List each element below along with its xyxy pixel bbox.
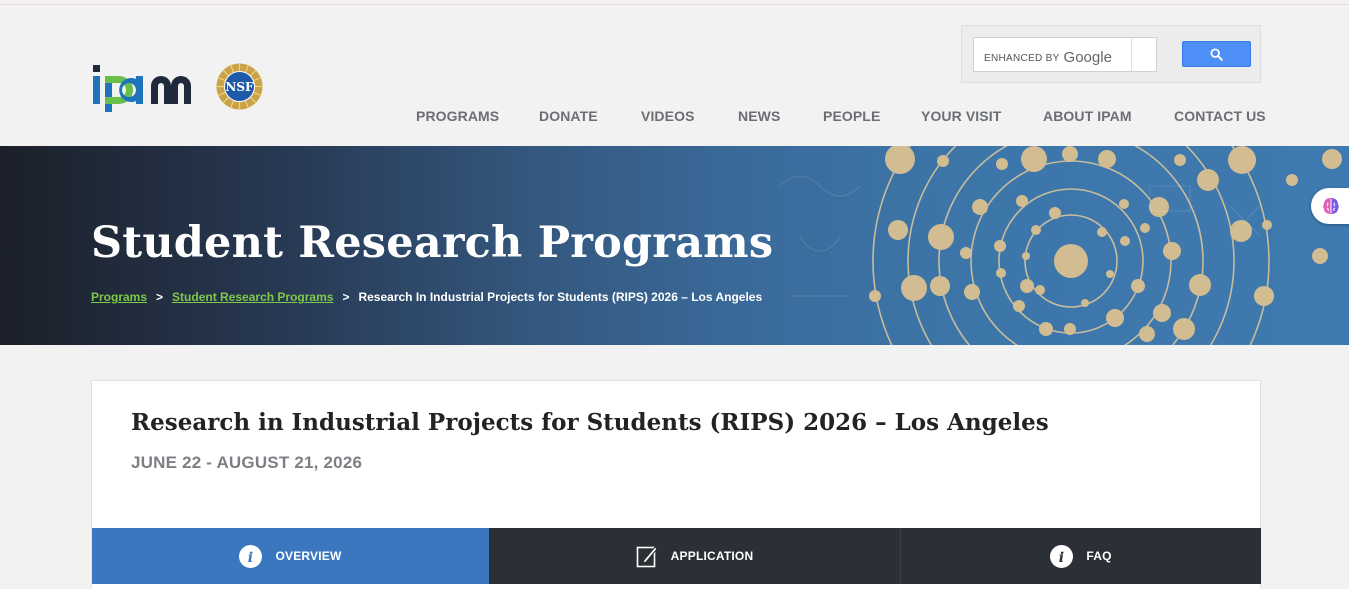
breadcrumb-separator: > [342,290,350,304]
breadcrumb-current: Research In Industrial Projects for Stud… [358,290,763,304]
ipam-logo[interactable] [91,62,201,114]
nav-contact-us[interactable]: CONTACT US [1174,108,1266,124]
svg-text:i: i [1059,550,1065,566]
svg-text:i: i [248,550,254,566]
hero-banner: Student Research Programs Programs > Stude… [0,146,1349,345]
program-dates: JUNE 22 - AUGUST 21, 2026 [131,453,363,472]
tab-application-label: APPLICATION [670,549,754,563]
nav-news[interactable]: NEWS [738,108,780,124]
breadcrumb-separator: > [156,290,164,304]
search-button[interactable] [1182,41,1251,67]
top-border [0,4,1349,5]
tab-overview[interactable]: i OVERVIEW [92,528,489,584]
info-icon: i [239,544,263,568]
program-card: Research in Industrial Projects for Stud… [91,380,1261,589]
edit-icon [636,544,658,568]
program-title: Research in Industrial Projects for Stud… [131,409,1049,436]
nav-programs[interactable]: PROGRAMS [416,108,499,124]
search-field[interactable]: ENHANCED BY Google [973,37,1157,72]
info-icon: i [1050,544,1074,568]
nav-videos[interactable]: VIDEOS [641,108,695,124]
search-input[interactable] [974,38,1131,71]
nsf-seal[interactable]: NSF [216,63,263,110]
program-tabs: i OVERVIEW APPLICATION i FAQ [92,528,1261,584]
hero-title: Student Research Programs [91,218,774,268]
nav-about-ipam[interactable]: ABOUT IPAM [1043,108,1132,124]
nav-donate[interactable]: DONATE [539,108,598,124]
search-icon [1210,47,1223,61]
tab-application[interactable]: APPLICATION [489,528,901,584]
tab-overview-label: OVERVIEW [275,549,342,563]
brain-icon [1323,198,1339,214]
ipam-logo-mark [93,65,191,112]
breadcrumb-link-student-research[interactable]: Student Research Programs [172,290,333,304]
side-widget-button[interactable] [1311,188,1349,224]
nsf-seal-text: NSF [225,80,254,94]
site-search: ENHANCED BY Google [961,25,1261,83]
tab-faq[interactable]: i FAQ [901,528,1261,584]
tab-faq-label: FAQ [1086,549,1112,563]
nsf-seal-icon: NSF [216,63,263,110]
breadcrumb: Programs > Student Research Programs > Resea… [91,290,762,304]
search-divider [1131,38,1132,71]
nav-people[interactable]: PEOPLE [823,108,880,124]
nav-your-visit[interactable]: YOUR VISIT [921,108,1001,124]
breadcrumb-link-programs[interactable]: Programs [91,290,147,304]
